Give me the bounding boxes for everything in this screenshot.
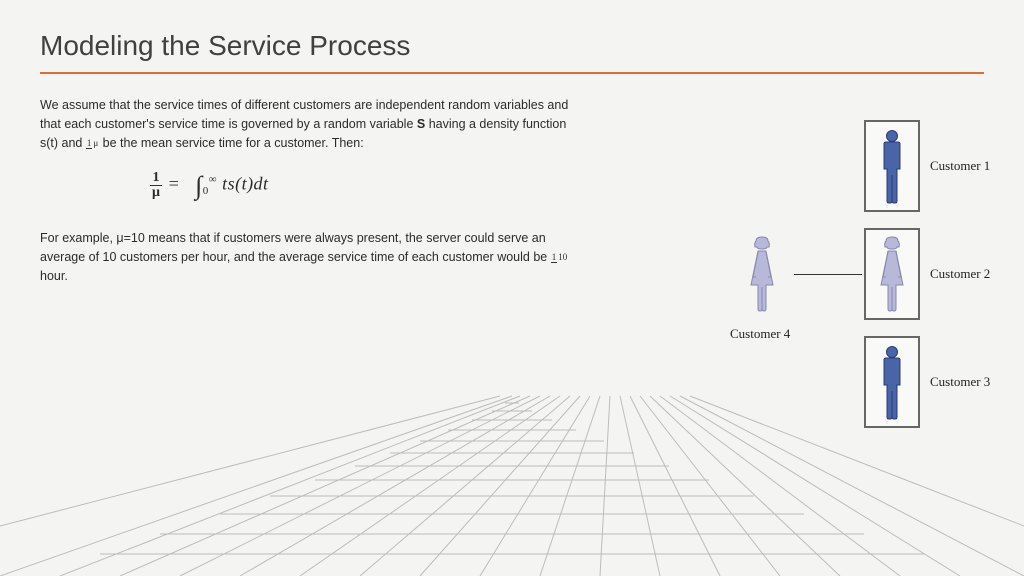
integral-symbol: ∫: [195, 171, 203, 200]
para2-text-a: For example, μ=10 means that if customer…: [40, 231, 551, 264]
customer-3-box: [864, 336, 920, 428]
slide-title: Modeling the Service Process: [40, 30, 984, 62]
paragraph-2: For example, μ=10 means that if customer…: [40, 229, 570, 285]
body-text: We assume that the service times of diff…: [40, 96, 570, 300]
integral-lower: 0: [203, 185, 209, 197]
para2-text-b: hour.: [40, 269, 68, 283]
eq-body: ts(t)dt: [222, 174, 269, 194]
title-divider: [40, 72, 984, 74]
paragraph-1: We assume that the service times of diff…: [40, 96, 570, 152]
customer-3-label: Customer 3: [930, 374, 990, 390]
integral-upper: ∞: [209, 174, 217, 186]
eq-equals: =: [167, 174, 190, 194]
equation: 1 μ = ∫0∞ ts(t)dt: [150, 166, 570, 205]
inline-fraction-1-10: 110: [551, 253, 569, 262]
para1-bold-s: S: [417, 117, 425, 131]
inline-fraction-1-mu: 1μ: [86, 139, 99, 148]
eq-lhs-fraction: 1 μ: [150, 171, 162, 200]
para1-text-c: be the mean service time for a customer.…: [99, 136, 363, 150]
male-icon: [872, 343, 912, 421]
